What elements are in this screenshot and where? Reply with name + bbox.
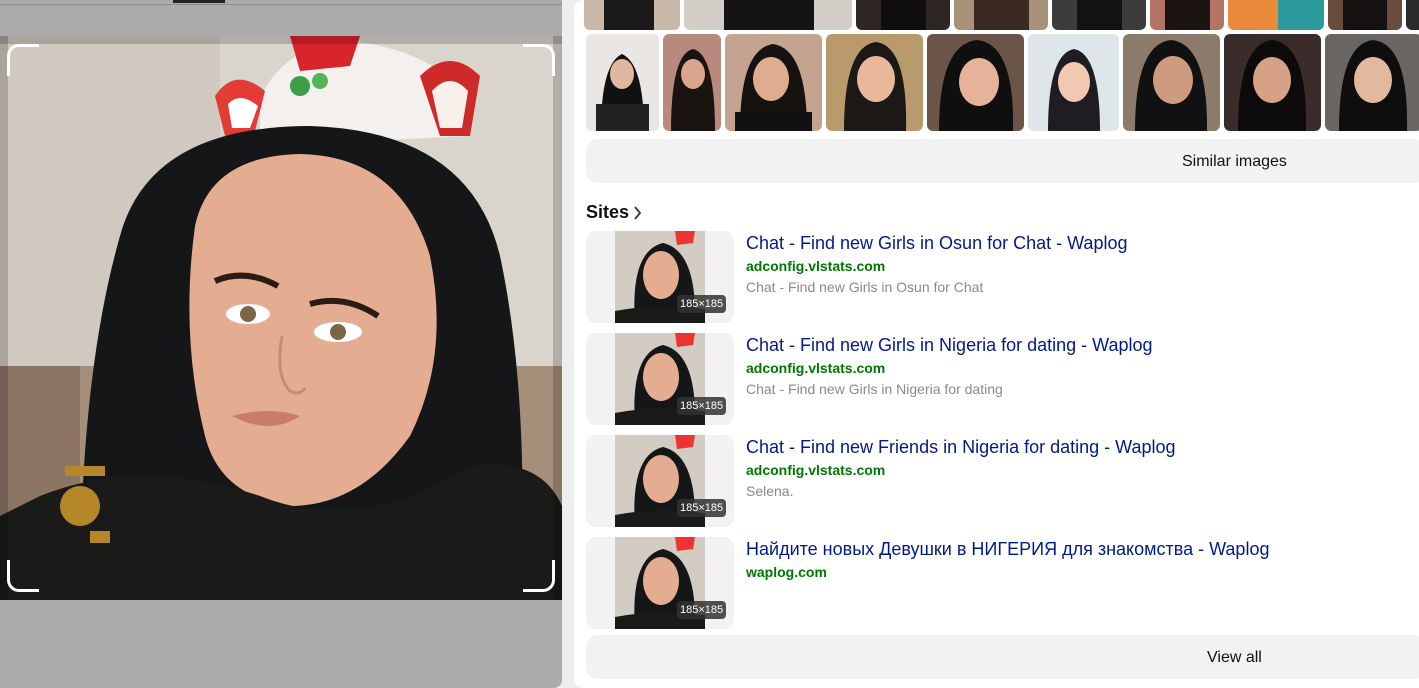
site-domain-link[interactable]: waplog.com	[746, 564, 827, 580]
image-size-badge: 185×185	[677, 499, 727, 517]
site-domain-link[interactable]: adconfig.vlstats.com	[746, 462, 885, 478]
similar-image-thumb[interactable]	[954, 0, 1048, 30]
site-title-link[interactable]: Chat - Find new Girls in Nigeria for dat…	[746, 335, 1153, 356]
similar-image-thumb[interactable]	[1328, 0, 1402, 30]
similar-image-thumb[interactable]	[1325, 34, 1419, 131]
similar-image-thumb[interactable]	[1028, 34, 1119, 131]
similar-image-thumb[interactable]	[927, 34, 1024, 131]
similar-image-thumb[interactable]	[1224, 34, 1321, 131]
similar-image-thumb[interactable]	[1228, 0, 1324, 30]
image-size-badge: 185×185	[677, 295, 727, 313]
similar-images-row-partial	[584, 0, 1419, 30]
similar-image-thumb[interactable]	[1406, 0, 1419, 30]
similar-image-thumb[interactable]	[725, 34, 822, 131]
sites-heading-label: Sites	[586, 202, 630, 222]
site-title-link[interactable]: Chat - Find new Friends in Nigeria for d…	[746, 437, 1176, 458]
results-pane: Similar images Sites 185×185 Chat - Find…	[574, 0, 1419, 688]
site-result[interactable]: 185×185 Найдите новых Девушки в НИГЕРИЯ …	[586, 537, 1416, 629]
similar-image-thumb[interactable]	[826, 34, 923, 131]
site-thumbnail[interactable]: 185×185	[586, 537, 734, 629]
similar-image-thumb[interactable]	[856, 0, 950, 30]
similar-images-button[interactable]: Similar images	[586, 139, 1419, 183]
view-all-button[interactable]: View all	[586, 635, 1419, 679]
divider	[0, 4, 562, 5]
site-title-link[interactable]: Chat - Find new Girls in Osun for Chat -…	[746, 233, 1127, 254]
site-thumbnail[interactable]: 185×185	[586, 231, 734, 323]
image-preview-pane	[0, 0, 562, 688]
image-size-badge: 185×185	[677, 601, 727, 619]
site-description: Selena.	[746, 483, 794, 499]
site-thumbnail[interactable]: 185×185	[586, 435, 734, 527]
similar-image-thumb[interactable]	[1150, 0, 1224, 30]
similar-image-thumb[interactable]	[584, 0, 680, 30]
similar-images-button-label: Similar images	[1182, 153, 1287, 170]
query-image[interactable]	[0, 36, 562, 600]
similar-image-thumb[interactable]	[1123, 34, 1220, 131]
site-thumbnail[interactable]: 185×185	[586, 333, 734, 425]
site-description: Chat - Find new Girls in Osun for Chat	[746, 279, 984, 295]
chevron-right-icon	[634, 205, 642, 220]
site-description: Chat - Find new Girls in Nigeria for dat…	[746, 381, 1003, 397]
site-domain-link[interactable]: adconfig.vlstats.com	[746, 360, 885, 376]
site-result[interactable]: 185×185 Chat - Find new Girls in Nigeria…	[586, 333, 1416, 425]
site-domain-link[interactable]: adconfig.vlstats.com	[746, 258, 885, 274]
similar-image-thumb[interactable]	[663, 34, 721, 131]
similar-image-thumb[interactable]	[1052, 0, 1146, 30]
view-all-button-label: View all	[1207, 649, 1262, 666]
similar-images-row	[586, 34, 1419, 131]
image-size-badge: 185×185	[677, 397, 727, 415]
active-tab-indicator	[173, 0, 225, 3]
site-result[interactable]: 185×185 Chat - Find new Girls in Osun fo…	[586, 231, 1416, 323]
similar-image-thumb[interactable]	[586, 34, 659, 131]
sites-heading[interactable]: Sites	[586, 202, 642, 223]
similar-image-thumb[interactable]	[684, 0, 852, 30]
site-result[interactable]: 185×185 Chat - Find new Friends in Niger…	[586, 435, 1416, 527]
site-title-link[interactable]: Найдите новых Девушки в НИГЕРИЯ для знак…	[746, 539, 1269, 560]
